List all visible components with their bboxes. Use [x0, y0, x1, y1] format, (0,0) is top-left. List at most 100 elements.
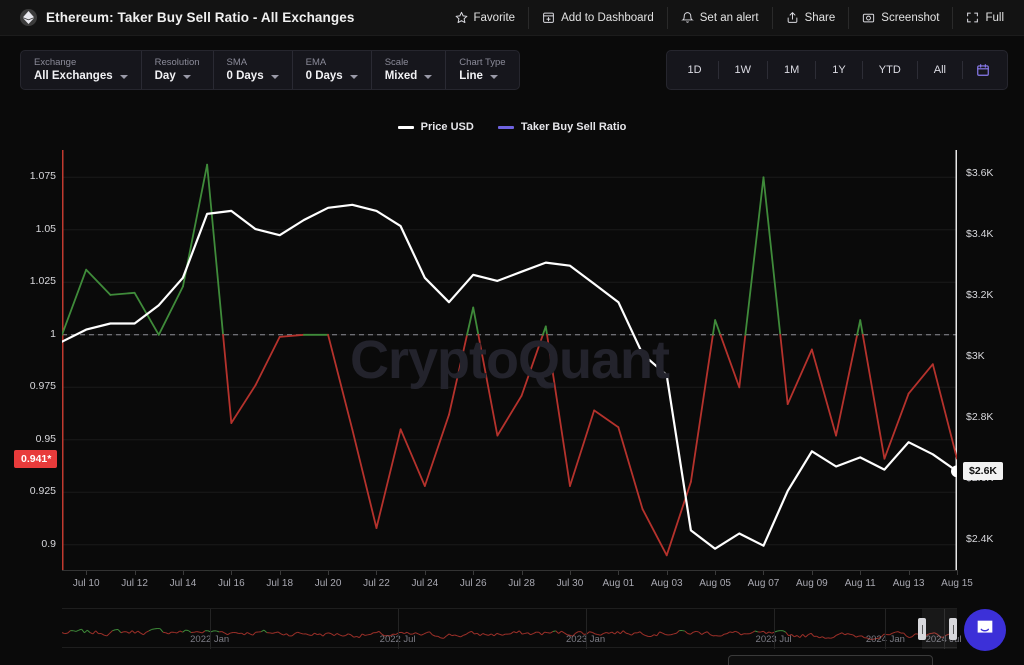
scale-selector[interactable]: Scale Mixed: [372, 51, 447, 89]
calendar-icon: [976, 63, 990, 77]
chevron-down-icon: [490, 75, 498, 79]
calendar-button[interactable]: [963, 61, 1003, 79]
chart-type-selector-label: Chart Type: [459, 57, 505, 69]
chat-support-button[interactable]: [964, 609, 1006, 651]
y-axis-left-tick: 0.95: [8, 433, 56, 445]
y-axis-left-tick: 1.025: [8, 275, 56, 287]
share-button[interactable]: Share: [773, 7, 850, 29]
control-bar: Exchange All Exchanges Resolution Day SM…: [0, 44, 1024, 92]
x-axis-tick: Aug 11: [845, 578, 876, 589]
x-axis-tick: Aug 05: [699, 578, 731, 589]
title-actions: Favorite Add to Dashboard Set an alert S…: [442, 0, 1024, 35]
x-axis-tick: Jul 18: [266, 578, 293, 589]
x-axis-tick: Jul 10: [73, 578, 100, 589]
x-axis-tick: Jul 28: [508, 578, 535, 589]
legend-item-price-usd[interactable]: Price USD: [398, 121, 474, 133]
navigator-gridline: [885, 609, 886, 649]
selector-group: Exchange All Exchanges Resolution Day SM…: [20, 50, 520, 90]
navigator-gridline: [210, 609, 211, 649]
plot-canvas[interactable]: CryptoQuant: [62, 150, 957, 570]
ethereum-icon: [20, 9, 37, 26]
y-axis-right-tick: $3.6K: [966, 167, 993, 179]
range-1m[interactable]: 1M: [768, 61, 816, 79]
x-axis-tick: Aug 07: [748, 578, 780, 589]
current-price-badge: $2.6K: [963, 462, 1003, 480]
legend-item-taker-buy-sell-ratio[interactable]: Taker Buy Sell Ratio: [498, 121, 627, 133]
share-label: Share: [805, 12, 836, 24]
exchange-selector-label: Exchange: [34, 57, 128, 69]
x-axis-tick: Aug 09: [796, 578, 828, 589]
y-axis-right-tick: $3.4K: [966, 228, 993, 240]
exchange-selector-value: All Exchanges: [34, 70, 113, 83]
range-ytd[interactable]: YTD: [863, 61, 918, 79]
y-axis-left-tick: 1: [8, 328, 56, 340]
chevron-down-icon: [350, 75, 358, 79]
camera-icon: [862, 11, 875, 24]
chart-legend: Price USD Taker Buy Sell Ratio: [0, 121, 1024, 133]
navigator-handle-right[interactable]: [949, 618, 957, 640]
x-axis-tick: Jul 30: [557, 578, 584, 589]
x-axis-line: [62, 570, 957, 571]
range-1d[interactable]: 1D: [671, 61, 718, 79]
chart-type-selector-value: Line: [459, 70, 483, 83]
bell-icon: [681, 11, 694, 24]
chevron-down-icon: [120, 75, 128, 79]
set-alert-button[interactable]: Set an alert: [668, 7, 773, 29]
navigator-gridline: [398, 609, 399, 649]
current-ratio-badge: 0.941*: [14, 450, 57, 468]
plot-svg: [62, 150, 957, 570]
x-axis-tick-mark: [957, 570, 958, 575]
share-icon: [786, 11, 799, 24]
y-axis-right-tick: $3.2K: [966, 289, 993, 301]
screenshot-label: Screenshot: [881, 12, 939, 24]
time-range-group: 1D 1W 1M 1Y YTD All: [666, 50, 1008, 90]
x-axis-tick: Jul 16: [218, 578, 245, 589]
y-axis-right-tick: $2.8K: [966, 411, 993, 423]
sma-selector-value: 0 Days: [227, 70, 264, 83]
add-to-dashboard-icon: [542, 11, 555, 24]
add-to-dashboard-label: Add to Dashboard: [561, 12, 654, 24]
x-axis-tick: Jul 24: [411, 578, 438, 589]
y-axis-left-tick: 1.05: [8, 223, 56, 235]
range-all[interactable]: All: [918, 61, 963, 79]
range-1w[interactable]: 1W: [719, 61, 769, 79]
sma-selector-label: SMA: [227, 57, 279, 69]
navigator-gridline: [586, 609, 587, 649]
navigator-gridline: [774, 609, 775, 649]
favorite-button[interactable]: Favorite: [442, 7, 530, 29]
chevron-down-icon: [183, 75, 191, 79]
range-1y[interactable]: 1Y: [816, 61, 862, 79]
scale-selector-label: Scale: [385, 57, 433, 69]
chevron-down-icon: [424, 75, 432, 79]
legend-label-price-usd: Price USD: [421, 121, 474, 133]
x-axis-tick: Aug 15: [941, 578, 973, 589]
chart-area: CryptoQuant 1.0751.051.02510.9750.950.92…: [0, 142, 1024, 594]
y-axis-left-tick: 0.9: [8, 538, 56, 550]
resolution-selector[interactable]: Resolution Day: [142, 51, 214, 89]
range-navigator[interactable]: 2022 Jan2022 Jul2023 Jan2023 Jul2024 Jan…: [62, 608, 957, 648]
x-axis-tick: Aug 03: [651, 578, 683, 589]
screenshot-button[interactable]: Screenshot: [849, 7, 953, 29]
sma-selector[interactable]: SMA 0 Days: [214, 51, 293, 89]
y-axis-right-tick: $3K: [966, 350, 985, 362]
add-to-dashboard-button[interactable]: Add to Dashboard: [529, 7, 668, 29]
x-axis-tick: Jul 20: [315, 578, 342, 589]
ema-selector[interactable]: EMA 0 Days: [293, 51, 372, 89]
star-icon: [455, 11, 468, 24]
navigator-handle-left[interactable]: [918, 618, 926, 640]
chevron-down-icon: [271, 75, 279, 79]
legend-swatch-taker-buy-sell-ratio: [498, 126, 514, 129]
chart-type-selector[interactable]: Chart Type Line: [446, 51, 518, 89]
chart-tooltip: 2024 Aug 15 (Incomplete data) Price USD:…: [728, 655, 933, 665]
favorite-label: Favorite: [474, 12, 516, 24]
fullscreen-label: Full: [985, 12, 1004, 24]
x-axis-tick: Aug 13: [893, 578, 925, 589]
x-axis-tick: Jul 26: [460, 578, 487, 589]
fullscreen-button[interactable]: Full: [953, 7, 1010, 29]
ema-selector-value: 0 Days: [306, 70, 343, 83]
exchange-selector[interactable]: Exchange All Exchanges: [21, 51, 142, 89]
chat-bubble-icon: [974, 617, 996, 644]
y-axis-right-tick: $2.4K: [966, 533, 993, 545]
legend-swatch-price-usd: [398, 126, 414, 129]
resolution-selector-label: Resolution: [155, 57, 200, 69]
